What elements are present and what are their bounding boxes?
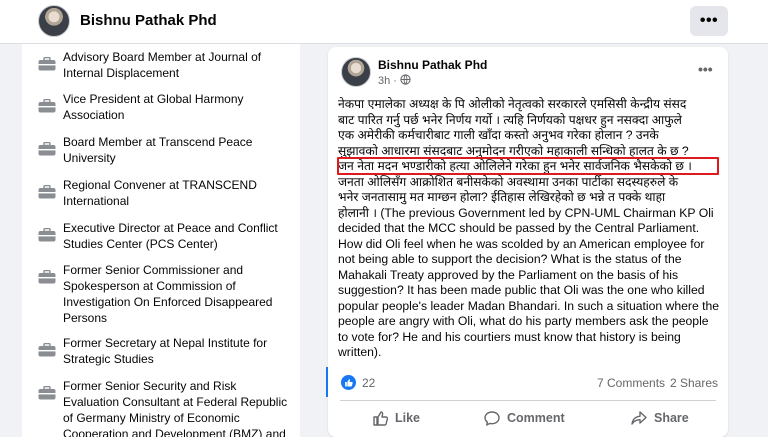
shares-count[interactable]: 2 Shares <box>670 376 718 390</box>
briefcase-icon <box>38 142 56 156</box>
post-text-line: नेकपा एमालेका अध्यक्ष के पि ओलीको नेतृत्… <box>338 97 687 111</box>
share-label: Share <box>654 411 689 425</box>
post-meta: 3h · <box>378 74 411 88</box>
post-text-line: जन नेता मदन भण्डारीको हत्या ओलिलेने गरेक… <box>338 159 692 173</box>
briefcase-icon <box>38 228 56 242</box>
post-stats: 22 7 Comments 2 Shares <box>328 370 728 396</box>
intro-item-text: Former Senior Security and Risk Evaluati… <box>63 379 288 437</box>
post-text-line: written). <box>338 345 382 359</box>
post-author-avatar[interactable] <box>341 57 371 87</box>
like-label: Like <box>395 411 421 425</box>
post-actions: Like Comment Share <box>328 403 728 435</box>
post-text-line: suggestion? It has been made public that… <box>338 283 705 297</box>
intro-card: Advisory Board Member at Journal of Inte… <box>22 44 300 437</box>
more-options-button[interactable]: ••• <box>690 6 728 36</box>
briefcase-icon <box>38 57 56 71</box>
comment-button[interactable]: Comment <box>484 403 565 433</box>
post-more-options-button[interactable]: ••• <box>698 61 713 77</box>
post-text-line: decided that the MCC should be passed by… <box>338 221 700 235</box>
comment-label: Comment <box>507 411 565 425</box>
post-text-line: Mahakali Treaty approved by the Parliame… <box>338 267 679 282</box>
briefcase-icon <box>38 270 56 284</box>
briefcase-icon <box>38 386 56 400</box>
comment-bubble-icon <box>484 410 500 426</box>
post-text-line: people are angry with Oli, what do his p… <box>338 314 709 328</box>
post-text-line: popular people's leader Madan Bhandari. … <box>338 298 720 313</box>
briefcase-icon <box>38 343 56 357</box>
intro-item-text: Former Senior Commissioner and Spokesper… <box>63 263 273 325</box>
intro-item-text: Board Member at Transcend Peace Universi… <box>63 135 253 165</box>
post-text-line: एक अमेरीकी कर्मचारीबाट गाली खाँदा कस्तो … <box>338 128 659 142</box>
post-card: Bishnu Pathak Phd 3h · ••• नेकपा एमालेका… <box>328 47 728 437</box>
post-text-line: होलानी । (The previous Government led by… <box>338 205 714 220</box>
intro-item-text: Executive Director at Peace and Conflict… <box>63 221 278 251</box>
post-text-line: not being able to support the decision? … <box>338 252 682 266</box>
post-body: नेकपा एमालेका अध्यक्ष के पि ओलीको नेतृत्… <box>338 97 720 361</box>
share-button[interactable]: Share <box>631 403 689 433</box>
intro-item-text: Advisory Board Member at Journal of Inte… <box>63 50 262 80</box>
intro-item-text: Vice President at Global Harmony Associa… <box>63 92 244 122</box>
focus-indicator <box>326 367 328 397</box>
post-text-line: बाट पारित गर्नु पर्छ भनेर निर्णय गर्यो ।… <box>338 112 682 127</box>
comments-count[interactable]: 7 Comments <box>597 376 665 390</box>
briefcase-icon <box>38 99 56 113</box>
actions-divider <box>340 400 716 401</box>
post-text-line: जनता ओलिसँग आक्रोशित बनीसकेको अवस्थामा उ… <box>338 174 679 189</box>
share-arrow-icon <box>631 410 647 426</box>
briefcase-icon <box>38 185 56 199</box>
post-text-line: सुझावको आधारमा संसदबाट अनुमोदन गरीएको मह… <box>338 143 689 158</box>
meta-separator: · <box>393 75 397 87</box>
globe-icon <box>400 74 411 88</box>
post-text-line: भनेर जनतासामु मत माग्छन होला? ईतिहास लेख… <box>338 190 666 204</box>
like-button[interactable]: Like <box>372 403 420 433</box>
post-timestamp[interactable]: 3h <box>378 75 390 87</box>
like-reaction-icon[interactable] <box>341 375 356 390</box>
reaction-count[interactable]: 22 <box>362 376 375 390</box>
profile-name[interactable]: Bishnu Pathak Phd <box>80 12 217 29</box>
post-text-line: How did Oli feel when he was scolded by … <box>338 236 705 251</box>
profile-avatar[interactable] <box>38 5 70 37</box>
post-author-name[interactable]: Bishnu Pathak Phd <box>378 58 487 72</box>
thumbs-up-icon <box>372 410 388 426</box>
intro-item-text: Regional Convener at TRANSCEND Internati… <box>63 178 257 208</box>
post-text-line: to vote for? He and his courtiers must k… <box>338 329 681 344</box>
profile-header-bar: Bishnu Pathak Phd ••• <box>0 0 768 44</box>
intro-item-text: Former Secretary at Nepal Institute for … <box>63 336 268 366</box>
